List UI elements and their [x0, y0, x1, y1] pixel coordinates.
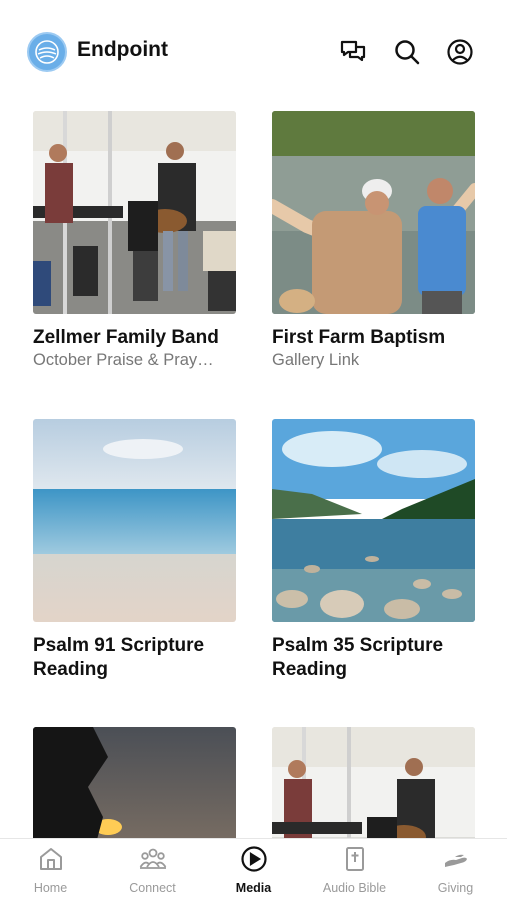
- chat-icon[interactable]: [338, 37, 368, 67]
- media-thumbnail[interactable]: [272, 419, 475, 622]
- tab-label: Connect: [129, 881, 176, 895]
- media-card[interactable]: Psalm 35 Scripture Reading: [272, 419, 475, 682]
- tab-label: Audio Bible: [322, 881, 387, 895]
- app-title: Endpoint: [77, 38, 168, 61]
- app-header: Endpoint: [0, 0, 507, 104]
- media-title: Psalm 35 Scripture Reading: [272, 635, 444, 680]
- media-card[interactable]: Psalm 91 Scripture Reading: [33, 419, 236, 682]
- media-card[interactable]: Zellmer Family Band October Praise & Pra…: [33, 111, 236, 370]
- tab-home[interactable]: Home: [0, 845, 101, 895]
- search-icon[interactable]: [392, 37, 422, 67]
- media-thumbnail[interactable]: [272, 111, 475, 314]
- bottom-tab-bar: Home Connect Media Audio Bible Giving: [0, 838, 507, 900]
- account-icon[interactable]: [445, 37, 475, 67]
- media-title: Zellmer Family Band: [33, 327, 219, 348]
- tab-audio-bible[interactable]: Audio Bible: [304, 845, 405, 895]
- media-subtitle: October Praise & Pray…: [33, 351, 214, 369]
- media-title: Psalm 91 Scripture Reading: [33, 635, 205, 680]
- tab-connect[interactable]: Connect: [102, 845, 203, 895]
- people-icon: [139, 848, 166, 869]
- media-thumbnail[interactable]: [33, 419, 236, 622]
- media-title: First Farm Baptism: [272, 327, 446, 348]
- logo-icon[interactable]: [27, 32, 67, 72]
- tab-label: Media: [235, 881, 272, 895]
- play-icon: [240, 846, 267, 872]
- media-subtitle: Gallery Link: [272, 351, 360, 369]
- tab-media[interactable]: Media: [203, 845, 304, 895]
- media-thumbnail[interactable]: [33, 111, 236, 314]
- home-icon: [39, 848, 62, 870]
- giving-icon: [444, 854, 467, 867]
- tab-label: Home: [33, 881, 68, 895]
- media-card[interactable]: First Farm Baptism Gallery Link: [272, 111, 475, 370]
- tab-giving[interactable]: Giving: [405, 845, 506, 895]
- tab-label: Giving: [437, 881, 474, 895]
- bible-icon: [345, 847, 364, 871]
